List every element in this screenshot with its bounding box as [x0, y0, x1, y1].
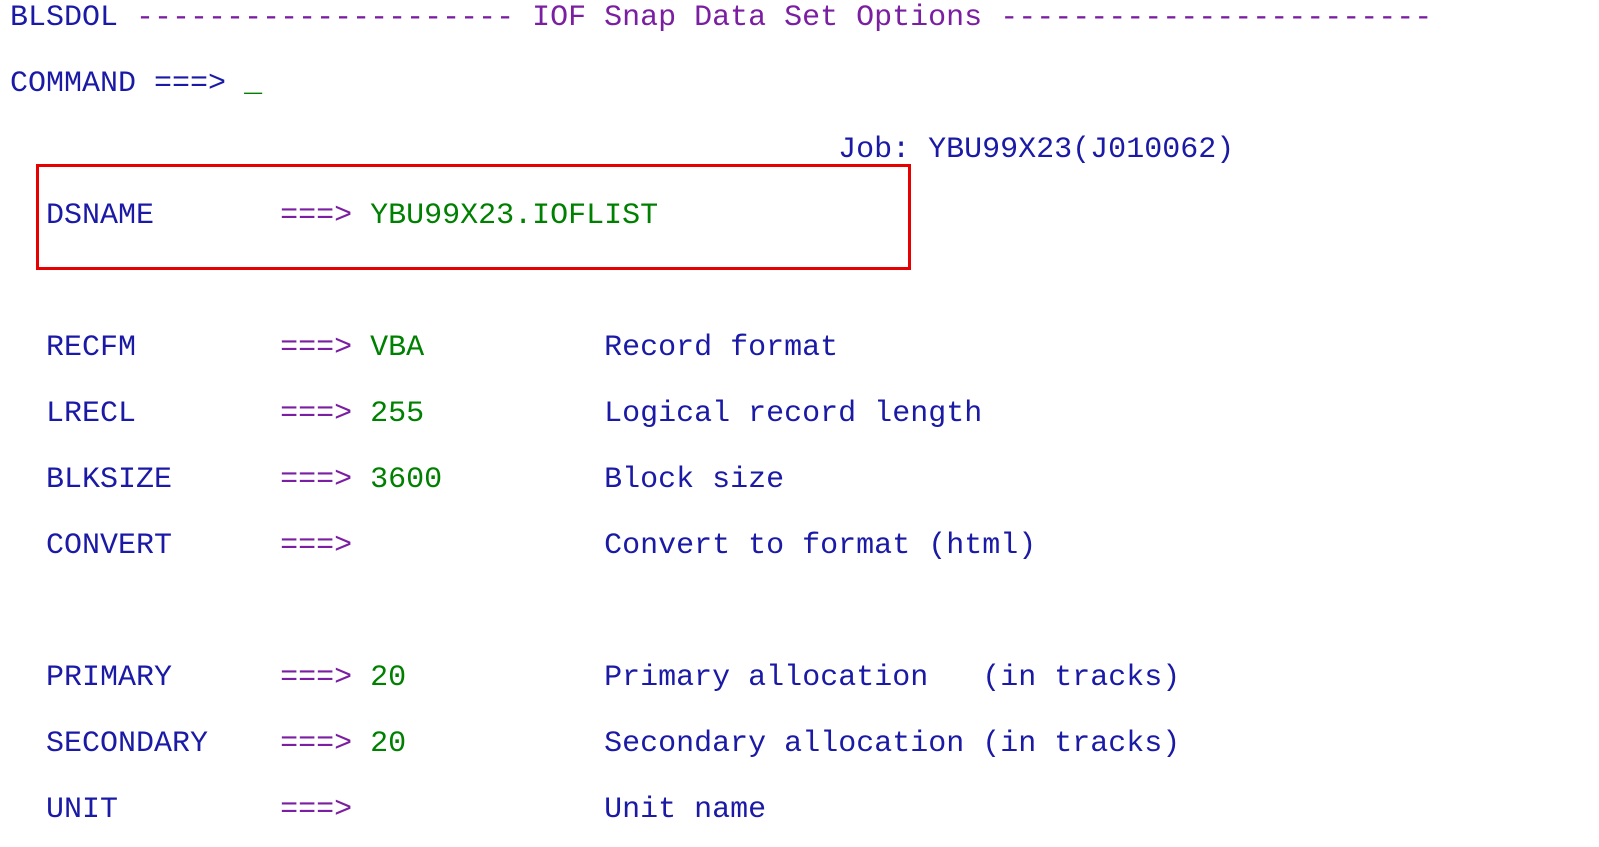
- unit-desc: Unit name: [604, 793, 766, 827]
- unit-label: UNIT: [46, 793, 262, 827]
- arrow-icon: ===>: [280, 397, 352, 431]
- recfm-input[interactable]: VBA: [370, 331, 424, 365]
- blksize-label: BLKSIZE: [46, 463, 262, 497]
- job-line: Job: YBU99X23(J010062): [10, 134, 1589, 167]
- primary-desc: Primary allocation (in tracks): [604, 661, 1180, 695]
- blksize-input[interactable]: 3600: [370, 463, 442, 497]
- secondary-desc: Secondary allocation (in tracks): [604, 727, 1180, 761]
- convert-desc: Convert to format (html): [604, 529, 1036, 563]
- panel-header: BLSDOL --------------------- IOF Snap Da…: [10, 2, 1589, 35]
- header-dash-left: ---------------------: [136, 1, 514, 35]
- panel-id: BLSDOL: [10, 1, 118, 35]
- job-prefix: Job:: [838, 133, 928, 167]
- arrow-icon: ===>: [280, 199, 352, 233]
- arrow-icon: ===>: [280, 331, 352, 365]
- arrow-icon: ===>: [280, 727, 352, 761]
- blksize-desc: Block size: [604, 463, 784, 497]
- convert-label: CONVERT: [46, 529, 262, 563]
- primary-label: PRIMARY: [46, 661, 262, 695]
- primary-input[interactable]: 20: [370, 661, 406, 695]
- dsname-input[interactable]: YBU99X23.IOFLIST: [370, 199, 658, 233]
- recfm-label: RECFM: [46, 331, 262, 365]
- arrow-icon: ===>: [280, 463, 352, 497]
- arrow-icon: ===>: [280, 529, 352, 563]
- arrow-icon: ===>: [280, 661, 352, 695]
- arrow-icon: ===>: [280, 793, 352, 827]
- command-label: COMMAND ===>: [10, 67, 226, 101]
- lrecl-label: LRECL: [46, 397, 262, 431]
- dsname-label: DSNAME: [46, 199, 262, 233]
- recfm-desc: Record format: [604, 331, 838, 365]
- command-input[interactable]: _: [244, 67, 262, 101]
- secondary-label: SECONDARY: [46, 727, 262, 761]
- job-value: YBU99X23(J010062): [928, 133, 1234, 167]
- header-dash-right: ------------------------: [1000, 1, 1432, 35]
- lrecl-input[interactable]: 255: [370, 397, 424, 431]
- secondary-input[interactable]: 20: [370, 727, 406, 761]
- panel-title: IOF Snap Data Set Options: [514, 1, 1000, 35]
- lrecl-desc: Logical record length: [604, 397, 982, 431]
